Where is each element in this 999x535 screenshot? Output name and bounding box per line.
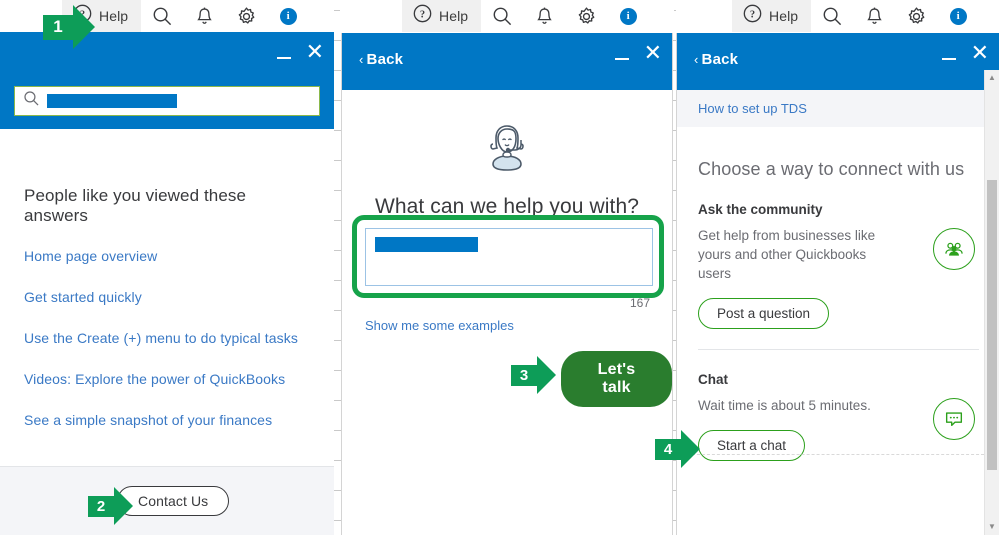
panel3-window-controls: ✕ [941,43,989,65]
section-chat: Chat Wait time is about 5 minutes. Start… [698,372,979,461]
bell-icon[interactable] [183,0,225,32]
start-a-chat-button[interactable]: Start a chat [698,430,806,461]
scroll-up-arrow-icon[interactable]: ▲ [985,72,999,84]
toolbar-right: ? Help i [676,0,999,32]
help-label: Help [769,8,799,24]
search-icon[interactable] [141,0,183,32]
step-marker-2: 2 [88,487,133,525]
search-input[interactable] [14,86,320,116]
search-icon[interactable] [481,0,523,32]
support-agent-avatar [476,116,538,183]
character-counter: 167 [629,296,650,310]
help-label: Help [439,8,469,24]
gear-icon[interactable] [225,0,267,32]
help-circle-icon: ? [743,4,762,28]
scrollbar-thumb[interactable] [987,180,997,470]
info-badge-letter: i [279,7,297,25]
arrow-head-icon [114,487,133,525]
step-number: 3 [511,364,537,386]
info-badge-letter: i [619,7,637,25]
panel2-window-controls: ✕ [614,43,662,65]
post-a-question-button[interactable]: Post a question [698,298,830,329]
bell-icon[interactable] [853,0,895,32]
breadcrumb-link-tds[interactable]: How to set up TDS [698,101,807,116]
chat-bubble-icon [933,398,975,440]
contact-us-button[interactable]: Contact Us [117,486,230,516]
close-icon[interactable]: ✕ [644,43,662,65]
panel1-window-controls: ✕ [276,42,324,64]
section-ask-the-community: Ask the community Get help from business… [698,202,979,350]
search-icon [23,90,40,112]
search-value-redaction [47,94,177,108]
section-heading: Ask the community [698,202,823,217]
close-icon[interactable]: ✕ [306,42,324,64]
help-question-textarea[interactable] [365,228,653,286]
panel3-scrollbar[interactable]: ▲ ▼ [984,70,999,535]
section-body: Get help from businesses like yours and … [698,228,876,281]
back-label: Back [366,51,404,68]
help-label: Help [99,8,129,24]
gear-icon[interactable] [565,0,607,32]
help-menu-button-2[interactable]: ? Help [402,0,482,32]
connect-options-panel: ‹ Back ✕ How to set up TDS Choose a way t… [676,33,999,535]
info-badge-icon[interactable]: i [267,0,309,32]
chevron-left-icon: ‹ [694,52,699,67]
bottom-dotted-divider [677,454,999,455]
panel3-header: ‹ Back ✕ [677,33,999,90]
list-item[interactable]: Home page overview [24,248,310,264]
arrow-head-icon [537,356,556,394]
back-button[interactable]: ‹ Back [359,51,403,68]
step-number: 4 [655,438,681,460]
lets-talk-button[interactable]: Let's talk [561,351,672,407]
search-icon[interactable] [811,0,853,32]
gear-icon[interactable] [895,0,937,32]
list-item[interactable]: Get started quickly [24,289,310,305]
panel1-body: People like you viewed these answers Hom… [0,186,334,428]
panel3-body: Choose a way to connect with us Ask the … [677,159,999,461]
section-heading: Chat [698,372,728,387]
help-circle-icon: ? [413,4,432,28]
minimize-icon[interactable] [941,46,957,62]
section-body: Wait time is about 5 minutes. [698,398,871,413]
panel1-footer: Contact Us [0,466,334,535]
back-button[interactable]: ‹ Back [694,51,738,68]
back-label: Back [701,51,739,68]
close-icon[interactable]: ✕ [971,43,989,65]
step-marker-4: 4 [655,430,700,468]
arrow-head-icon [681,430,700,468]
list-item[interactable]: See a simple snapshot of your finances [24,412,310,428]
step-number: 2 [88,495,114,517]
minimize-icon[interactable] [614,46,630,62]
help-search-panel: ✕ People like you viewed these answers H… [0,32,334,535]
textarea-value-redaction [375,237,478,252]
show-examples-link[interactable]: Show me some examples [365,318,514,333]
panel2-header: ‹ Back ✕ [342,33,672,90]
section-divider [698,349,979,350]
scroll-down-arrow-icon[interactable]: ▼ [985,521,999,533]
help-request-panel: ‹ Back ✕ What can we help you with? 167 S… [341,33,673,535]
svg-text:?: ? [750,9,755,20]
help-menu-button-3[interactable]: ? Help [732,0,812,32]
list-item[interactable]: Use the Create (+) menu to do typical ta… [24,330,310,346]
minimize-icon[interactable] [276,45,292,61]
info-badge-icon[interactable]: i [937,0,979,32]
step-marker-1: 1 [43,5,95,49]
page-title: Choose a way to connect with us [698,159,965,179]
step-marker-3: 3 [511,356,556,394]
svg-text:?: ? [420,9,425,20]
step-number: 1 [43,14,73,40]
page-title: People like you viewed these answers [24,186,247,225]
info-badge-letter: i [949,7,967,25]
chevron-left-icon: ‹ [359,52,364,67]
toolbar-middle: ? Help i [340,0,674,32]
bell-icon[interactable] [523,0,565,32]
arrow-head-icon [73,5,95,49]
breadcrumb: How to set up TDS [677,90,999,127]
info-badge-icon[interactable]: i [607,0,649,32]
list-item[interactable]: Videos: Explore the power of QuickBooks [24,371,310,387]
suggested-answers-list: Home page overview Get started quickly U… [24,248,310,428]
people-group-icon [933,228,975,270]
